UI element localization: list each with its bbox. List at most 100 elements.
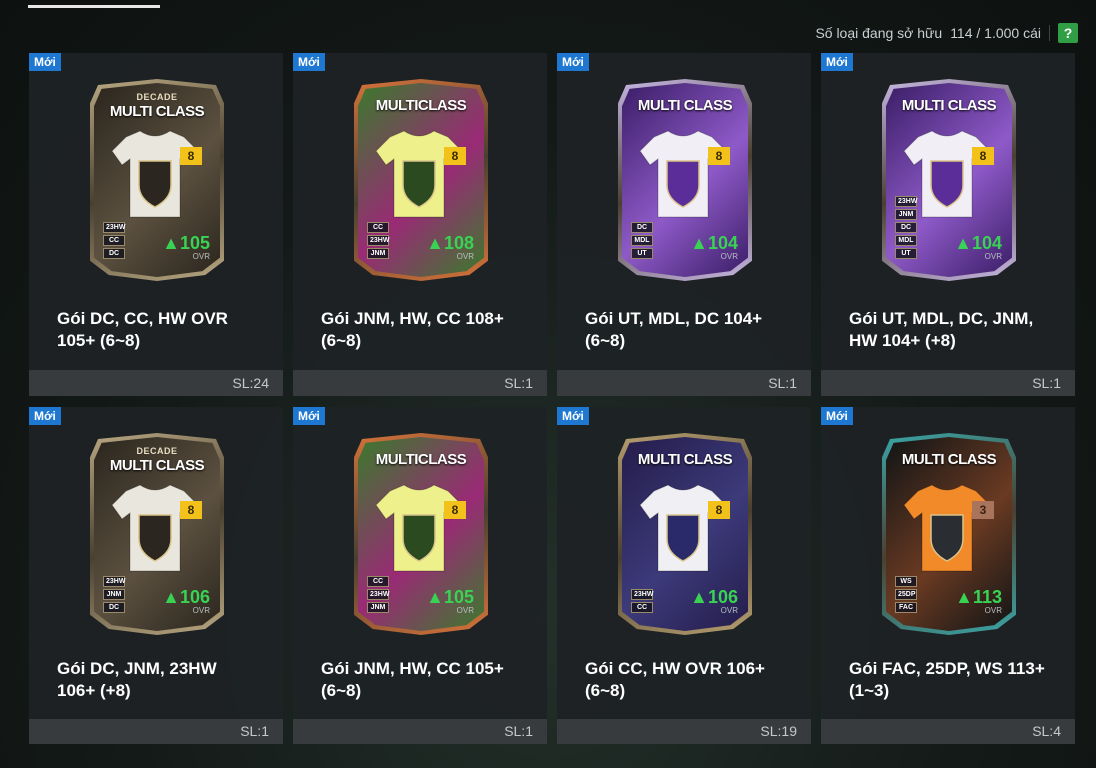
ovr-value: ▲104 [690,233,738,253]
ovr-value: ▲108 [426,233,474,253]
new-badge: Mới [29,407,61,425]
owned-count: 114 / 1.000 cái [950,25,1041,41]
owned-label: Số loại đang sở hữu [815,25,943,41]
class-tag: DC [631,222,653,233]
class-tags: CC 23HW JNM [367,576,389,613]
quantity-bar: SL:19 [557,718,811,744]
ovr-label: OVR [984,252,1002,261]
ovr-value: ▲113 [955,587,1002,607]
class-tag: DC [103,602,125,613]
level-badge: 8 [708,501,730,519]
pack-card-art: DECADE MULTI CLASS 8 23HW JNM DC ▲106 OVR [94,437,220,631]
card-title: MULTI CLASS [109,103,205,120]
pack-card-art: MULTICLASS 8 CC 23HW JNM ▲105 OVR [358,437,484,631]
pack-tile[interactable]: Mới MULTI CLASS 8 23HW CC ▲106 OVR Gói CC, HW O… [557,407,811,744]
pack-tile[interactable]: Mới DECADE MULTI CLASS 8 23HW CC DC ▲105 OVR Gói … [29,53,283,396]
ovr-box: ▲105 OVR [162,234,210,261]
pack-card: MULTI CLASS 8 23HW CC ▲106 OVR [618,433,752,635]
level-badge: 8 [180,501,202,519]
pack-tile[interactable]: Mới MULTI CLASS 3 WS 25DP FAC ▲113 OVR Gói FAC, … [821,407,1075,744]
pack-card-art: MULTI CLASS 8 23HW JNM DC MDL UT ▲104 OVR [886,83,1012,277]
class-tag: UT [895,248,917,259]
pack-card: MULTICLASS 8 CC 23HW JNM ▲108 OVR [354,79,488,281]
jersey-icon [904,484,990,572]
pack-card-area: MULTICLASS 8 CC 23HW JNM ▲105 OVR [293,407,547,642]
class-tags: 23HW CC DC [103,222,125,259]
class-tags: 23HW JNM DC MDL UT [895,196,917,259]
quantity-label: SL:1 [768,375,797,392]
card-title: MULTICLASS [375,451,467,468]
pack-card-area: MULTI CLASS 8 23HW JNM DC MDL UT ▲104 OVR [821,53,1075,292]
ovr-box: ▲106 OVR [690,588,738,615]
new-badge: Mới [821,53,853,71]
help-button[interactable]: ? [1058,23,1078,43]
pack-card-area: DECADE MULTI CLASS 8 23HW CC DC ▲105 OVR [29,53,283,292]
ovr-label: OVR [720,252,738,261]
new-badge: Mới [293,53,325,71]
pack-name: Gói JNM, HW, CC 108+ (6~8) [321,309,504,351]
class-tags: 23HW JNM DC [103,576,125,613]
class-tag: CC [631,602,653,613]
level-badge: 8 [444,147,466,165]
ovr-label: OVR [720,606,738,615]
class-tag: 23HW [895,196,917,207]
pack-card-art: MULTICLASS 8 CC 23HW JNM ▲108 OVR [358,83,484,277]
pack-name: Gói CC, HW OVR 106+ (6~8) [585,658,765,700]
ovr-label: OVR [456,606,474,615]
pack-card: MULTI CLASS 8 23HW JNM DC MDL UT ▲104 OVR [882,79,1016,281]
pack-name: Gói DC, JNM, 23HW 106+ (+8) [57,658,217,700]
quantity-label: SL:4 [1032,723,1061,740]
card-decade-label: DECADE [136,92,178,102]
pack-tile[interactable]: Mới MULTI CLASS 8 23HW JNM DC MDL UT ▲104 OVR Gói … [821,53,1075,396]
pack-card-art: MULTI CLASS 3 WS 25DP FAC ▲113 OVR [886,437,1012,631]
class-tags: 23HW CC [631,589,653,613]
pack-name: Gói UT, MDL, DC 104+ (6~8) [585,309,763,351]
quantity-bar: SL:1 [29,718,283,744]
ovr-value: ▲104 [954,233,1002,253]
jersey-icon [640,130,726,218]
quantity-label: SL:19 [760,723,797,740]
ovr-value: ▲105 [162,233,210,253]
pack-name: Gói FAC, 25DP, WS 113+ (1~3) [849,658,1045,700]
class-tag: JNM [895,209,917,220]
quantity-label: SL:1 [240,723,269,740]
ovr-label: OVR [192,606,210,615]
class-tag: JNM [367,248,389,259]
new-badge: Mới [29,53,61,71]
card-decade-label: DECADE [136,446,178,456]
new-badge: Mới [557,407,589,425]
quantity-label: SL:1 [1032,375,1061,392]
class-tag: MDL [895,235,917,246]
pack-name: Gói DC, CC, HW OVR 105+ (6~8) [57,309,228,351]
pack-tile[interactable]: Mới MULTICLASS 8 CC 23HW JNM ▲108 OVR Gói JNM, H… [293,53,547,396]
ovr-label: OVR [192,252,210,261]
jersey-icon [376,130,462,218]
quantity-bar: SL:4 [821,718,1075,744]
class-tag: CC [367,222,389,233]
pack-grid: Mới DECADE MULTI CLASS 8 23HW CC DC ▲105 OVR Gói … [29,53,1075,744]
pack-card-art: MULTI CLASS 8 DC MDL UT ▲104 OVR [622,83,748,277]
new-badge: Mới [557,53,589,71]
pack-card-area: MULTI CLASS 3 WS 25DP FAC ▲113 OVR [821,407,1075,642]
quantity-label: SL:1 [504,723,533,740]
ovr-box: ▲108 OVR [426,234,474,261]
class-tag: JNM [367,602,389,613]
jersey-icon [112,484,198,572]
pack-tile[interactable]: Mới MULTI CLASS 8 DC MDL UT ▲104 OVR Gói UT, MDL… [557,53,811,396]
pack-card: MULTICLASS 8 CC 23HW JNM ▲105 OVR [354,433,488,635]
class-tag: WS [895,576,917,587]
class-tag: 25DP [895,589,917,600]
class-tag: MDL [631,235,653,246]
class-tag: JNM [103,589,125,600]
pack-tile[interactable]: Mới MULTICLASS 8 CC 23HW JNM ▲105 OVR Gói JNM, H… [293,407,547,744]
pack-tile[interactable]: Mới DECADE MULTI CLASS 8 23HW JNM DC ▲106 OVR Gói… [29,407,283,744]
class-tag: DC [895,222,917,233]
quantity-label: SL:24 [232,375,269,392]
quantity-bar: SL:1 [293,718,547,744]
pack-card-area: MULTI CLASS 8 23HW CC ▲106 OVR [557,407,811,642]
card-title: MULTI CLASS [637,97,733,114]
quantity-bar: SL:24 [29,370,283,396]
class-tag: UT [631,248,653,259]
pack-card-area: DECADE MULTI CLASS 8 23HW JNM DC ▲106 OVR [29,407,283,642]
ovr-label: OVR [984,606,1002,615]
